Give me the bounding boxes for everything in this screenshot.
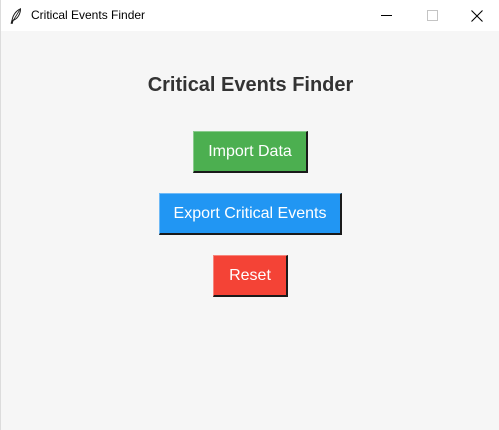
window-title: Critical Events Finder [31, 8, 146, 22]
minimize-button[interactable] [363, 0, 409, 31]
close-icon [471, 9, 483, 22]
feather-icon [10, 8, 22, 24]
app-window: Critical Events Finder Critical Events F… [0, 0, 499, 430]
reset-button[interactable]: Reset [213, 255, 288, 297]
reset-label: Reset [229, 266, 271, 284]
export-critical-events-label: Export Critical Events [173, 204, 327, 222]
import-data-button[interactable]: Import Data [193, 131, 308, 173]
main-content: Critical Events Finder Import Data Expor… [1, 31, 499, 430]
import-data-label: Import Data [208, 142, 292, 160]
maximize-icon [426, 10, 438, 21]
export-critical-events-button[interactable]: Export Critical Events [159, 193, 342, 235]
page-title: Critical Events Finder [147, 74, 354, 96]
maximize-button[interactable] [409, 0, 455, 31]
minimize-icon [380, 10, 392, 21]
close-button[interactable] [454, 0, 499, 31]
title-bar[interactable]: Critical Events Finder [1, 0, 499, 31]
